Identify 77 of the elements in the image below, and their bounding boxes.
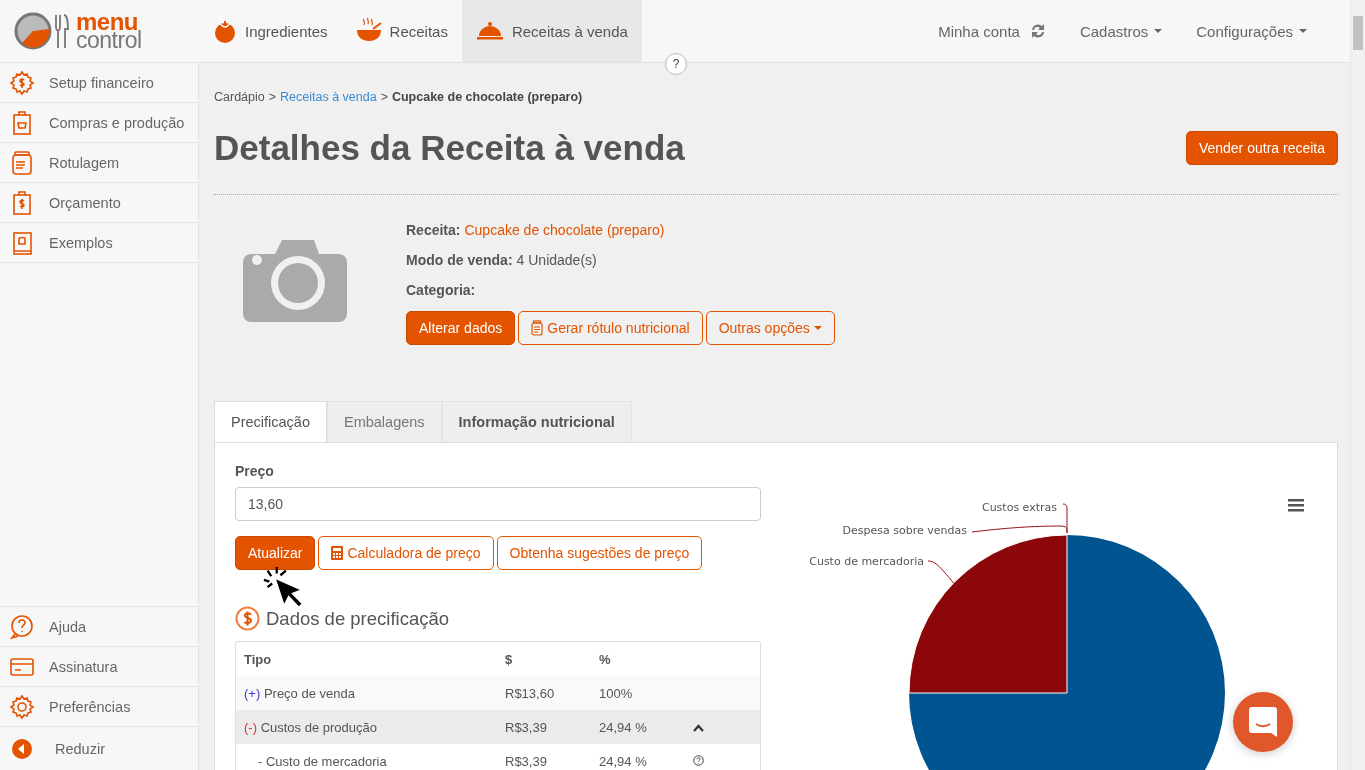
jar-icon xyxy=(9,149,35,176)
price-calculator-button[interactable]: Calculadora de preço xyxy=(318,536,494,570)
sidebar-item[interactable]: Rotulagem xyxy=(0,143,198,183)
menu-icon[interactable] xyxy=(1288,499,1304,512)
field-label: Receita: xyxy=(406,222,461,238)
sidebar-item[interactable]: Orçamento xyxy=(0,183,198,223)
recipe-link[interactable]: Cupcake de chocolate (preparo) xyxy=(464,222,665,238)
field-value: 4 Unidade(s) xyxy=(516,252,597,268)
tomato-icon xyxy=(213,19,237,43)
cloche-icon xyxy=(475,21,504,41)
sidebar-item[interactable]: Assinatura xyxy=(0,647,198,687)
menu-link[interactable]: Cadastros xyxy=(1079,22,1163,40)
menu-link[interactable]: Configurações xyxy=(1196,22,1307,40)
more-options-button[interactable]: Outras opções xyxy=(705,311,835,345)
sidebar-item[interactable]: Exemplos xyxy=(0,223,198,263)
caret-icon xyxy=(1299,29,1307,33)
field-label: Preço xyxy=(235,463,275,479)
nutrition-label-button[interactable]: Gerar rótulo nutricional xyxy=(518,311,703,345)
nav-tab[interactable]: Receitas xyxy=(341,0,462,62)
table-cell: (+) Preço de venda xyxy=(244,685,355,701)
leader-line xyxy=(927,560,958,588)
tab[interactable]: Embalagens xyxy=(327,401,442,442)
caret-icon xyxy=(1154,29,1163,33)
nav-tab[interactable]: Receitas à venda xyxy=(461,0,642,62)
price-suggestions-button[interactable]: Obtenha sugestões de preço xyxy=(496,536,703,570)
breadcrumb-item: Cardápio xyxy=(214,90,265,104)
breadcrumb-current: Cupcake de chocolate (preparo) xyxy=(391,90,583,104)
menu-link[interactable]: Minha conta xyxy=(938,22,1046,40)
sell-another-button[interactable]: Vender outra receita xyxy=(1185,131,1338,165)
column-header: $ xyxy=(505,651,513,667)
sidebar-item[interactable]: Compras e produção xyxy=(0,103,198,143)
column-header: % xyxy=(599,651,611,667)
column-header: Tipo xyxy=(244,651,272,667)
help-icon[interactable] xyxy=(693,754,704,766)
table-cell-text: - Custo de mercadoria xyxy=(257,753,387,769)
logo-wordmark: menu xyxy=(76,12,139,32)
sidebar-item[interactable]: Setup financeiro xyxy=(0,63,198,103)
tab[interactable]: Informação nutricional xyxy=(441,401,632,442)
price-input[interactable]: 13,60 xyxy=(235,487,761,521)
nav-tab[interactable]: Ingredientes xyxy=(199,0,342,62)
tab[interactable]: Precificação xyxy=(214,401,327,442)
section-title: Dados de precificação xyxy=(266,607,450,630)
jar-icon xyxy=(531,320,544,336)
calculator-icon xyxy=(331,546,344,560)
table-cell: R$13,60 xyxy=(505,685,555,701)
edit-button[interactable]: Alterar dados xyxy=(406,311,516,345)
field-label: Categoria: xyxy=(406,282,476,298)
logo-icon xyxy=(14,11,72,51)
field-label: Modo de venda: xyxy=(406,252,513,268)
camera-placeholder-icon xyxy=(243,238,347,322)
breadcrumb-separator: > xyxy=(380,90,388,104)
chevron-up-icon[interactable] xyxy=(693,723,704,732)
help-bubble-icon xyxy=(9,613,35,640)
table-cell: R$3,39 xyxy=(505,719,547,735)
caret-icon xyxy=(813,325,822,331)
table-cell: 24,94 % xyxy=(599,719,647,735)
update-button[interactable]: Atualizar xyxy=(235,536,316,570)
breadcrumb-separator: > xyxy=(268,90,277,104)
scrollbar[interactable] xyxy=(1350,0,1365,770)
page-title: Detalhes da Receita à venda xyxy=(214,128,685,168)
breadcrumb-link[interactable]: Receitas à venda xyxy=(280,90,377,104)
slice-label: Custo de mercadoria xyxy=(809,555,924,568)
slice-label: Despesa sobre vendas xyxy=(842,524,967,537)
settings-icon xyxy=(9,693,35,720)
slice-label: Custos extras xyxy=(981,501,1057,514)
chat-icon xyxy=(1249,707,1277,737)
refresh-icon xyxy=(1029,23,1046,39)
sidebar-item[interactable]: Reduzir xyxy=(0,727,198,770)
table-cell: 24,94 % xyxy=(599,753,647,769)
logo-wordmark: control xyxy=(76,31,142,50)
dollar-gear-icon xyxy=(9,69,35,96)
sidebar-item[interactable]: Preferências xyxy=(0,687,198,727)
sidebar-item[interactable]: Ajuda xyxy=(0,607,198,647)
table-cell: (-) Custos de produção xyxy=(244,719,377,735)
dollar-circle-icon xyxy=(235,606,260,631)
table-cell: 100% xyxy=(599,685,633,701)
table-cell: R$3,39 xyxy=(505,753,547,769)
